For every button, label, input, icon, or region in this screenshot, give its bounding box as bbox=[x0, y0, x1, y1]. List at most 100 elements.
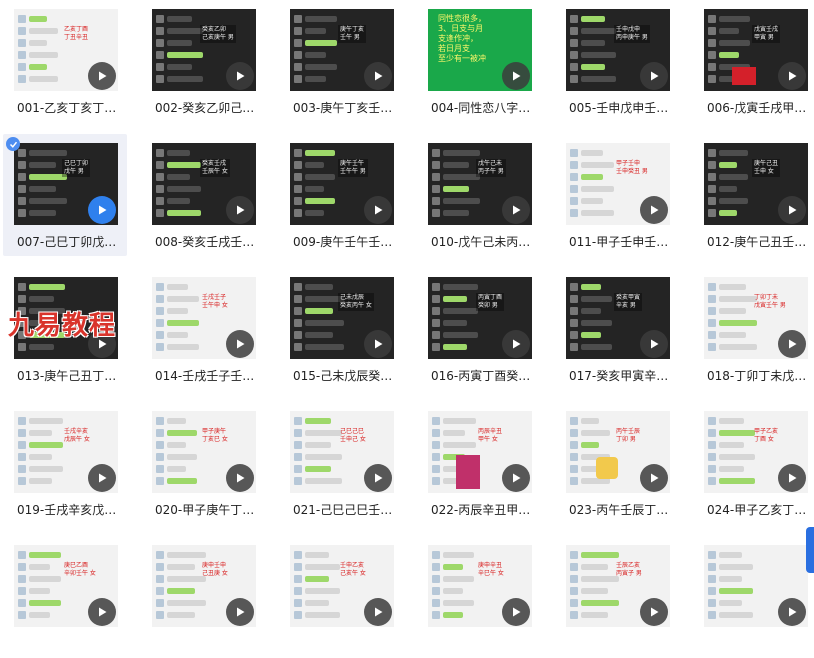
video-title[interactable]: 019-壬戌辛亥戊… bbox=[17, 503, 121, 517]
video-tile[interactable]: 庚午壬午 壬午午 男 009-庚午壬午壬… bbox=[279, 134, 403, 256]
video-title[interactable]: 007-己巳丁卯戊… bbox=[17, 235, 121, 249]
video-thumbnail[interactable]: 癸亥壬戌 壬辰午 女 bbox=[152, 143, 256, 225]
play-icon[interactable] bbox=[364, 330, 392, 358]
play-icon[interactable] bbox=[640, 464, 668, 492]
play-icon[interactable] bbox=[226, 464, 254, 492]
video-tile[interactable]: 癸亥壬戌 壬辰午 女 008-癸亥壬戌壬… bbox=[141, 134, 265, 256]
play-icon[interactable] bbox=[88, 196, 116, 224]
video-thumbnail[interactable]: 壬辰乙亥 丙寅子 男 bbox=[566, 545, 670, 627]
video-title[interactable]: 021-己巳己巳壬… bbox=[293, 503, 397, 517]
video-title[interactable]: 016-丙寅丁酉癸… bbox=[431, 369, 535, 383]
video-tile[interactable]: 壬戌辛亥 戊辰午 女 019-壬戌辛亥戊… bbox=[3, 402, 127, 524]
play-icon[interactable] bbox=[778, 330, 806, 358]
video-thumbnail[interactable]: 戊寅壬戌 甲寅 男 bbox=[704, 9, 808, 91]
play-icon[interactable] bbox=[364, 464, 392, 492]
play-icon[interactable] bbox=[778, 598, 806, 626]
video-thumbnail[interactable]: 壬戌壬子 壬午申 女 bbox=[152, 277, 256, 359]
video-tile[interactable]: 丁卯丁未 戊寅壬午 男 018-丁卯丁未戊… bbox=[693, 268, 814, 390]
play-icon[interactable] bbox=[364, 62, 392, 90]
video-thumbnail[interactable]: 壬申乙亥 己亥午 女 bbox=[290, 545, 394, 627]
video-tile[interactable]: 壬戌壬子 壬午申 女 014-壬戌壬子壬… bbox=[141, 268, 265, 390]
play-icon[interactable] bbox=[226, 598, 254, 626]
video-title[interactable]: 013-庚午己丑丁… bbox=[17, 369, 121, 383]
video-title[interactable]: 011-甲子壬申壬… bbox=[569, 235, 673, 249]
video-title[interactable]: 001-乙亥丁亥丁… bbox=[17, 101, 121, 115]
play-icon[interactable] bbox=[502, 62, 530, 90]
play-icon[interactable] bbox=[226, 62, 254, 90]
play-icon[interactable] bbox=[778, 62, 806, 90]
play-icon[interactable] bbox=[640, 598, 668, 626]
video-thumbnail[interactable] bbox=[704, 545, 808, 627]
play-icon[interactable] bbox=[502, 196, 530, 224]
video-tile[interactable]: 壬申戊申 丙申庚午 男 005-壬申戊申壬… bbox=[555, 0, 679, 122]
play-icon[interactable] bbox=[640, 196, 668, 224]
video-tile[interactable]: 甲子乙亥 丁酉 女 024-甲子乙亥丁… bbox=[693, 402, 814, 524]
video-tile[interactable]: 庚巳乙酉 辛卯壬午 女 bbox=[3, 536, 127, 658]
video-title[interactable]: 009-庚午壬午壬… bbox=[293, 235, 397, 249]
selected-check-icon[interactable] bbox=[6, 137, 20, 151]
video-title[interactable]: 024-甲子乙亥丁… bbox=[707, 503, 811, 517]
video-tile[interactable]: 壬申乙亥 己亥午 女 bbox=[279, 536, 403, 658]
video-title[interactable]: 002-癸亥乙卯己… bbox=[155, 101, 259, 115]
video-thumbnail[interactable]: 庚午壬午 壬午午 男 bbox=[290, 143, 394, 225]
video-title[interactable]: 018-丁卯丁未戊… bbox=[707, 369, 811, 383]
video-title[interactable]: 004-同性恋八字… bbox=[431, 101, 535, 115]
video-tile[interactable]: 丙午壬辰 丁卯 男 023-丙午壬辰丁… bbox=[555, 402, 679, 524]
video-thumbnail[interactable]: 壬戌辛亥 戊辰午 女 bbox=[14, 411, 118, 493]
play-icon[interactable] bbox=[364, 196, 392, 224]
video-tile[interactable]: 癸亥甲寅 辛亥 男 017-癸亥甲寅辛… bbox=[555, 268, 679, 390]
video-thumbnail[interactable]: 癸亥甲寅 辛亥 男 bbox=[566, 277, 670, 359]
video-thumbnail[interactable]: 丙午壬辰 丁卯 男 bbox=[566, 411, 670, 493]
video-thumbnail[interactable]: 己巳丁卯 戊午 男 bbox=[14, 143, 118, 225]
video-tile[interactable]: 己巳丁卯 戊午 男 007-己巳丁卯戊… bbox=[3, 134, 127, 256]
video-tile[interactable]: 甲子庚午 丁亥巳 女 020-甲子庚午丁… bbox=[141, 402, 265, 524]
video-tile[interactable] bbox=[693, 536, 814, 658]
video-tile[interactable]: 丙寅丁酉 癸卯 男 016-丙寅丁酉癸… bbox=[417, 268, 541, 390]
video-tile[interactable]: 壬辰乙亥 丙寅子 男 bbox=[555, 536, 679, 658]
video-title[interactable]: 010-戊午己未丙… bbox=[431, 235, 535, 249]
side-float-button[interactable] bbox=[806, 527, 814, 573]
video-thumbnail[interactable]: 丁卯丁未 戊寅壬午 男 bbox=[704, 277, 808, 359]
video-title[interactable]: 006-戊寅壬戌甲… bbox=[707, 101, 811, 115]
video-tile[interactable]: 庚午丁亥 壬午 男 003-庚午丁亥壬… bbox=[279, 0, 403, 122]
video-tile[interactable]: 乙亥丁酉 丁丑辛丑 001-乙亥丁亥丁… bbox=[3, 0, 127, 122]
video-tile[interactable]: 己巳己巳 壬申己 女 021-己巳己巳壬… bbox=[279, 402, 403, 524]
video-tile[interactable]: 戊寅壬戌 甲寅 男 006-戊寅壬戌甲… bbox=[693, 0, 814, 122]
video-title[interactable]: 017-癸亥甲寅辛… bbox=[569, 369, 673, 383]
video-title[interactable]: 014-壬戌壬子壬… bbox=[155, 369, 259, 383]
video-thumbnail[interactable]: 甲子壬申 壬申癸丑 男 bbox=[566, 143, 670, 225]
video-thumbnail[interactable]: 癸亥乙卯 己亥庚午 男 bbox=[152, 9, 256, 91]
video-tile[interactable]: 庚申辛丑 辛巳午 女 bbox=[417, 536, 541, 658]
video-tile[interactable]: 丙辰辛丑 甲午 女 022-丙辰辛丑甲… bbox=[417, 402, 541, 524]
play-icon[interactable] bbox=[502, 598, 530, 626]
play-icon[interactable] bbox=[640, 330, 668, 358]
video-thumbnail[interactable]: 丙寅丁酉 癸卯 男 bbox=[428, 277, 532, 359]
play-icon[interactable] bbox=[364, 598, 392, 626]
video-thumbnail[interactable]: 庚午丁亥 壬午 男 bbox=[290, 9, 394, 91]
video-thumbnail[interactable]: 庚申壬申 己丑庚 女 bbox=[152, 545, 256, 627]
video-tile[interactable]: 癸亥乙卯 己亥庚午 男 002-癸亥乙卯己… bbox=[141, 0, 265, 122]
play-icon[interactable] bbox=[88, 598, 116, 626]
video-title[interactable]: 022-丙辰辛丑甲… bbox=[431, 503, 535, 517]
video-tile[interactable]: 庚申壬申 己丑庚 女 bbox=[141, 536, 265, 658]
video-title[interactable]: 005-壬申戊申壬… bbox=[569, 101, 673, 115]
video-tile[interactable]: 庚午己丑 壬申 女 012-庚午己丑壬… bbox=[693, 134, 814, 256]
play-icon[interactable] bbox=[778, 196, 806, 224]
play-icon[interactable] bbox=[502, 464, 530, 492]
video-title[interactable]: 023-丙午壬辰丁… bbox=[569, 503, 673, 517]
video-title[interactable]: 012-庚午己丑壬… bbox=[707, 235, 811, 249]
play-icon[interactable] bbox=[640, 62, 668, 90]
play-icon[interactable] bbox=[88, 464, 116, 492]
video-title[interactable]: 008-癸亥壬戌壬… bbox=[155, 235, 259, 249]
video-thumbnail[interactable]: 甲子庚午 丁亥巳 女 bbox=[152, 411, 256, 493]
video-thumbnail[interactable]: 庚巳乙酉 辛卯壬午 女 bbox=[14, 545, 118, 627]
video-tile[interactable]: 己未戊辰 癸亥丙午 女 015-己未戊辰癸… bbox=[279, 268, 403, 390]
video-title[interactable]: 020-甲子庚午丁… bbox=[155, 503, 259, 517]
video-thumbnail[interactable]: 戊午己未 丙子午 男 bbox=[428, 143, 532, 225]
video-tile[interactable]: 甲子壬申 壬申癸丑 男 011-甲子壬申壬… bbox=[555, 134, 679, 256]
video-thumbnail[interactable]: 丙辰辛丑 甲午 女 bbox=[428, 411, 532, 493]
play-icon[interactable] bbox=[778, 464, 806, 492]
video-thumbnail[interactable]: 甲子乙亥 丁酉 女 bbox=[704, 411, 808, 493]
play-icon[interactable] bbox=[502, 330, 530, 358]
video-tile[interactable]: 戊午己未 丙子午 男 010-戊午己未丙… bbox=[417, 134, 541, 256]
